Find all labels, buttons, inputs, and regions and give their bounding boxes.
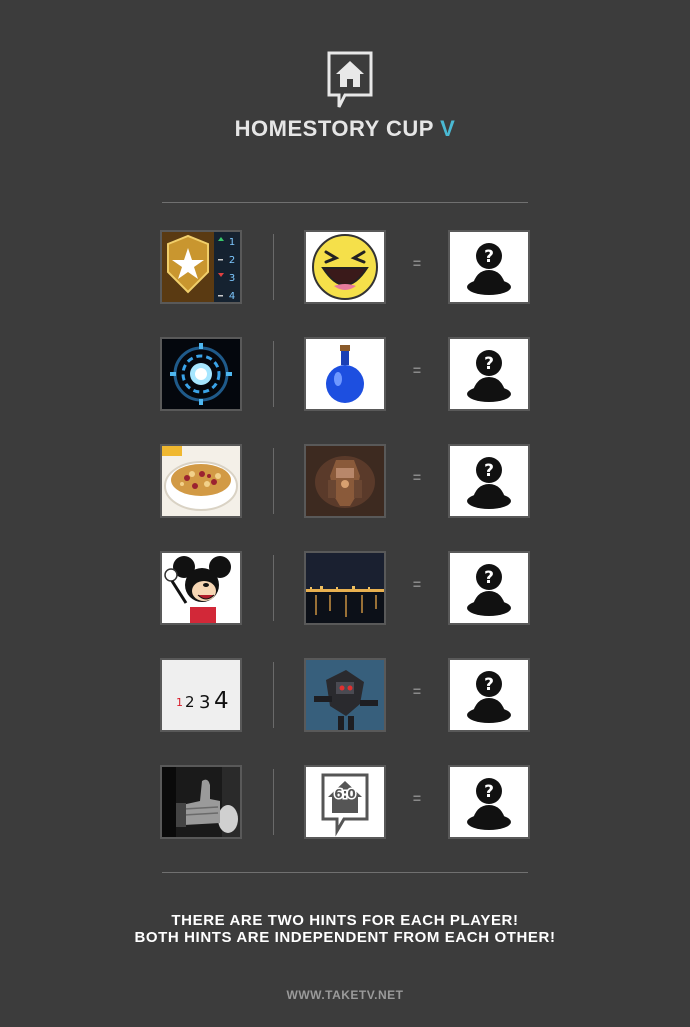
score-text: 6:0 <box>334 787 356 801</box>
sequence-number: 3 <box>199 692 210 713</box>
sequence-number: 4 <box>214 688 229 714</box>
column-divider <box>273 769 274 835</box>
svg-text:?: ? <box>484 354 494 374</box>
blue-potion-icon <box>304 337 386 411</box>
rank-number: 2 <box>229 255 235 266</box>
equals-sign: = <box>412 362 422 378</box>
rank-number: 4 <box>229 291 235 302</box>
mickey-mouse-icon <box>160 551 242 625</box>
equals-sign: = <box>412 576 422 592</box>
cereal-bowl-icon <box>160 444 242 518</box>
homestory-logo-icon <box>327 51 373 108</box>
top-divider <box>162 202 528 203</box>
rank-badge-icon: 1 2 3 4 <box>160 230 242 304</box>
laughing-smiley-icon <box>304 230 386 304</box>
page-title: HOMESTORY CUP V <box>0 116 690 142</box>
column-divider <box>273 555 274 621</box>
armored-creature-icon <box>304 444 386 518</box>
equals-sign: = <box>412 255 422 271</box>
mystery-player-icon: ? <box>448 765 530 839</box>
rank-number: 3 <box>229 273 235 284</box>
sequence-number: 2 <box>185 693 195 711</box>
arc-reactor-icon <box>160 337 242 411</box>
equals-sign: = <box>412 469 422 485</box>
title-text: HOMESTORY CUP <box>234 116 434 141</box>
footer-line-1: THERE ARE TWO HINTS FOR EACH PLAYER! <box>171 912 519 929</box>
hint-row: 1 2 3 4 = ? <box>0 658 690 732</box>
column-divider <box>273 341 274 407</box>
hint-row: = ? <box>0 551 690 625</box>
mystery-player-icon: ? <box>448 551 530 625</box>
rank-number: 1 <box>229 237 235 248</box>
column-divider <box>273 234 274 300</box>
sequence-number: 1 <box>176 696 183 709</box>
mystery-player-icon: ? <box>448 230 530 304</box>
numbers-1234: 1 2 3 4 <box>160 658 242 732</box>
svg-text:?: ? <box>484 461 494 481</box>
mystery-player-icon: ? <box>448 658 530 732</box>
thumbs-up-photo-icon <box>160 765 242 839</box>
mystery-player-icon: ? <box>448 337 530 411</box>
title-edition: V <box>440 116 456 141</box>
svg-text:?: ? <box>484 675 494 695</box>
equals-sign: = <box>412 683 422 699</box>
mystery-player-icon: ? <box>448 444 530 518</box>
equals-sign: = <box>412 790 422 806</box>
hint-row: = ? <box>0 444 690 518</box>
hint-row: 6:0 = ? <box>0 765 690 839</box>
homestory-score-icon: 6:0 <box>304 765 386 839</box>
mech-robot-icon <box>304 658 386 732</box>
hint-row: = ? <box>0 337 690 411</box>
night-harbor-icon <box>304 551 386 625</box>
bottom-divider <box>162 872 528 873</box>
svg-text:?: ? <box>484 247 494 267</box>
footer-line-2: BOTH HINTS ARE INDEPENDENT FROM EACH OTH… <box>134 929 556 946</box>
website-link[interactable]: WWW.TAKETV.NET <box>0 988 690 1002</box>
svg-text:?: ? <box>484 568 494 588</box>
column-divider <box>273 448 274 514</box>
column-divider <box>273 662 274 728</box>
svg-text:?: ? <box>484 782 494 802</box>
hint-row: 1 2 3 4 = ? <box>0 230 690 304</box>
